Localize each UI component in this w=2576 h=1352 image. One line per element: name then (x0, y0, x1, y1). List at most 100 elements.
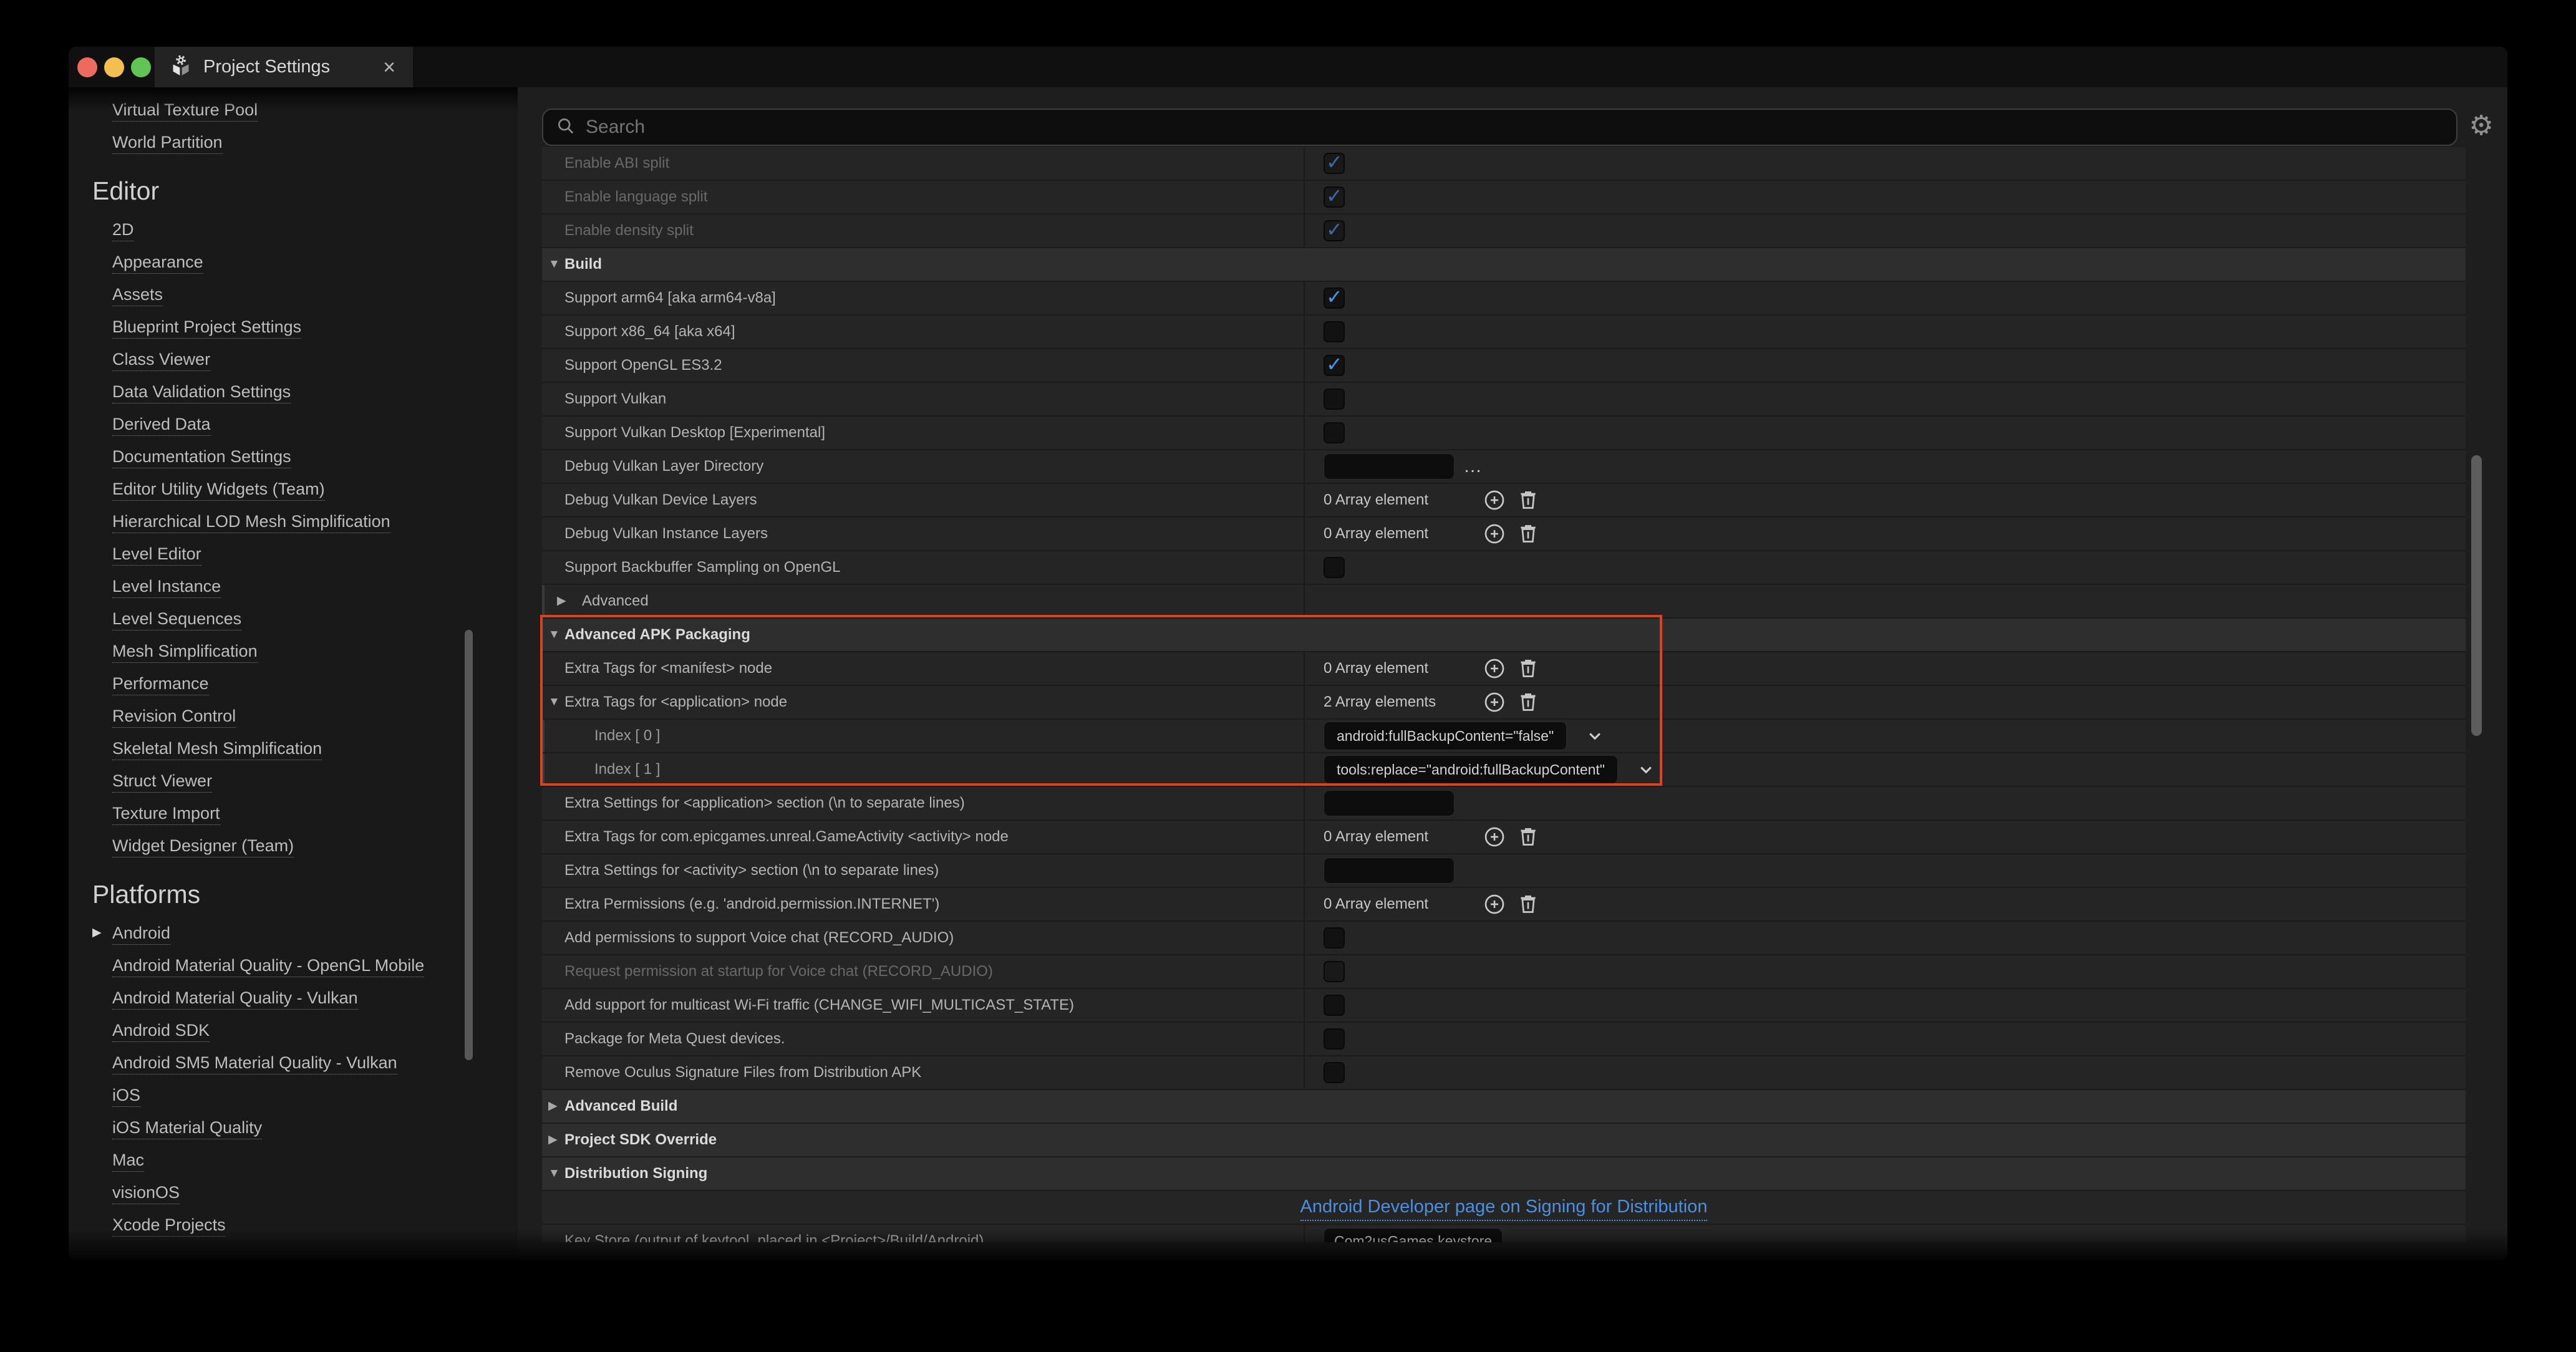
text-input-field[interactable] (1324, 453, 1455, 480)
checkbox[interactable]: ✓ (1324, 321, 1345, 342)
clear-array-button[interactable] (1516, 690, 1541, 715)
setting-label: Distribution Signing (564, 1157, 707, 1190)
clear-array-button[interactable] (1516, 824, 1541, 849)
sidebar-item[interactable]: ▶ Documentation Settings (69, 440, 518, 473)
dropdown-field[interactable]: tools:replace="android:fullBackupContent… (1324, 755, 1618, 784)
expander-triangle-icon[interactable] (548, 1090, 558, 1123)
checkbox[interactable]: ✓ (1324, 153, 1345, 174)
tab-close-icon[interactable]: × (379, 57, 399, 78)
setting-label: Advanced (582, 585, 649, 617)
expand-arrow-icon[interactable]: ▶ (92, 917, 102, 949)
add-element-button[interactable] (1482, 521, 1507, 546)
sidebar-item[interactable]: ▶ Revision Control (69, 700, 518, 732)
checkbox[interactable]: ✓ (1324, 220, 1345, 241)
setting-value-cell: ✓ 0 Array element (1305, 888, 2466, 920)
sidebar-item[interactable]: ▶ Virtual Texture Pool (69, 94, 518, 126)
checkbox[interactable]: ✓ (1324, 1028, 1345, 1050)
clear-array-button[interactable] (1516, 521, 1541, 546)
checkbox[interactable]: ✓ (1324, 961, 1345, 982)
sidebar-item[interactable]: ▶ Data Validation Settings (69, 375, 518, 408)
checkbox[interactable]: ✓ (1324, 355, 1345, 376)
external-link[interactable]: Android Developer page on Signing for Di… (542, 1191, 2466, 1222)
sidebar-item[interactable]: ▶ Android (69, 917, 518, 949)
array-count-label: 0 Array element (1324, 896, 1473, 913)
sidebar-item[interactable]: ▶ World Partition (69, 126, 518, 158)
checkbox[interactable]: ✓ (1324, 186, 1345, 208)
sidebar-item[interactable]: ▶ Mesh Simplification (69, 635, 518, 667)
expander-triangle-icon[interactable] (548, 1124, 558, 1156)
expander-triangle-icon[interactable] (548, 248, 560, 281)
chevron-down-icon[interactable] (1635, 759, 1657, 780)
sidebar-item[interactable]: ▶ 2D (69, 213, 518, 246)
setting-value-cell: ✓ … (1305, 181, 2466, 213)
sidebar-item[interactable]: ▶ Class Viewer (69, 343, 518, 375)
clear-array-button[interactable] (1516, 656, 1541, 681)
search-input[interactable] (586, 117, 2445, 138)
text-input-field[interactable]: Com2usGames.keystore (1324, 1228, 1503, 1242)
clear-array-button[interactable] (1516, 892, 1541, 917)
sidebar-item[interactable]: ▶ Texture Import (69, 797, 518, 829)
sidebar-item[interactable]: ▶ Performance (69, 667, 518, 700)
sidebar-item[interactable]: ▶ iOS Material Quality (69, 1111, 518, 1144)
search-bar[interactable] (542, 109, 2457, 146)
sidebar-item[interactable]: ▶ Level Editor (69, 538, 518, 570)
close-window-button[interactable] (77, 57, 97, 77)
add-element-button[interactable] (1482, 690, 1507, 715)
array-count-label: 0 Array element (1324, 525, 1473, 543)
main-scrollbar[interactable] (2471, 455, 2482, 736)
text-input-field[interactable] (1324, 790, 1455, 816)
sidebar-item[interactable]: ▶ Widget Designer (Team) (69, 829, 518, 862)
sidebar-item[interactable]: ▶ Blueprint Project Settings (69, 311, 518, 343)
setting-value-cell: ✓ … (1305, 1056, 2466, 1089)
sidebar-item[interactable]: ▶ Level Sequences (69, 602, 518, 635)
setting-value-cell: ✓ Com2usGames.keystore (1305, 1225, 2466, 1242)
sidebar-item[interactable]: ▶ Assets (69, 278, 518, 311)
checkbox[interactable]: ✓ (1324, 995, 1345, 1016)
checkbox[interactable]: ✓ (1324, 422, 1345, 443)
sidebar-item[interactable]: ▶ Android Material Quality - OpenGL Mobi… (69, 949, 518, 982)
sidebar-item[interactable]: ▶ Android SM5 Material Quality - Vulkan (69, 1046, 518, 1079)
sidebar-item[interactable]: ▶ Level Instance (69, 570, 518, 602)
minimize-window-button[interactable] (104, 57, 124, 77)
add-element-button[interactable] (1482, 892, 1507, 917)
browse-button[interactable]: … (1463, 456, 1483, 477)
expander-triangle-icon[interactable] (557, 585, 566, 617)
sidebar-item[interactable]: ▶ Platforms (69, 869, 518, 917)
sidebar-item[interactable]: ▶ iOS (69, 1079, 518, 1111)
clear-array-button[interactable] (1516, 488, 1541, 513)
add-element-button[interactable] (1482, 824, 1507, 849)
sidebar-item[interactable]: ▶ Struct Viewer (69, 765, 518, 797)
sidebar-item[interactable]: ▶ Mac (69, 1144, 518, 1176)
sidebar-item[interactable]: ▶ visionOS (69, 1176, 518, 1209)
sidebar-item[interactable]: ▶ Hierarchical LOD Mesh Simplification (69, 505, 518, 538)
sidebar-item[interactable]: ▶ Editor (69, 166, 518, 213)
checkbox[interactable]: ✓ (1324, 287, 1345, 309)
sidebar-item[interactable]: ▶ Android Material Quality - Vulkan (69, 982, 518, 1014)
settings-gear-icon[interactable]: ⚙ (2466, 106, 2496, 146)
add-element-button[interactable] (1482, 488, 1507, 513)
expander-triangle-icon[interactable] (548, 686, 560, 718)
chevron-down-icon[interactable] (1584, 725, 1605, 746)
checkbox[interactable]: ✓ (1324, 557, 1345, 578)
tab-project-settings[interactable]: Project Settings × (155, 47, 413, 87)
sidebar-scrollbar[interactable] (465, 630, 473, 1060)
setting-label: Advanced APK Packaging (564, 619, 750, 651)
sidebar-item[interactable]: ▶ Skeletal Mesh Simplification (69, 732, 518, 765)
sidebar-item[interactable]: ▶ Editor Utility Widgets (Team) (69, 473, 518, 505)
checkbox[interactable]: ✓ (1324, 389, 1345, 410)
expander-triangle-icon[interactable] (548, 619, 560, 651)
checkbox[interactable]: ✓ (1324, 927, 1345, 949)
sidebar-item[interactable]: ▶ Derived Data (69, 408, 518, 440)
settings-row: Support Backbuffer Sampling on OpenGL ✓ (542, 551, 2466, 585)
sidebar-item[interactable]: ▶ Xcode Projects (69, 1209, 518, 1241)
dropdown-field[interactable]: android:fullBackupContent="false" (1324, 722, 1567, 750)
setting-label: Package for Meta Quest devices. (564, 1023, 785, 1055)
expander-triangle-icon[interactable] (548, 1157, 560, 1190)
text-input-field[interactable] (1324, 857, 1455, 884)
zoom-window-button[interactable] (131, 57, 151, 77)
setting-value-cell: ✓ … (1305, 417, 2466, 449)
checkbox[interactable]: ✓ (1324, 1062, 1345, 1083)
add-element-button[interactable] (1482, 656, 1507, 681)
sidebar-item[interactable]: ▶ Android SDK (69, 1014, 518, 1046)
sidebar-item[interactable]: ▶ Appearance (69, 246, 518, 278)
